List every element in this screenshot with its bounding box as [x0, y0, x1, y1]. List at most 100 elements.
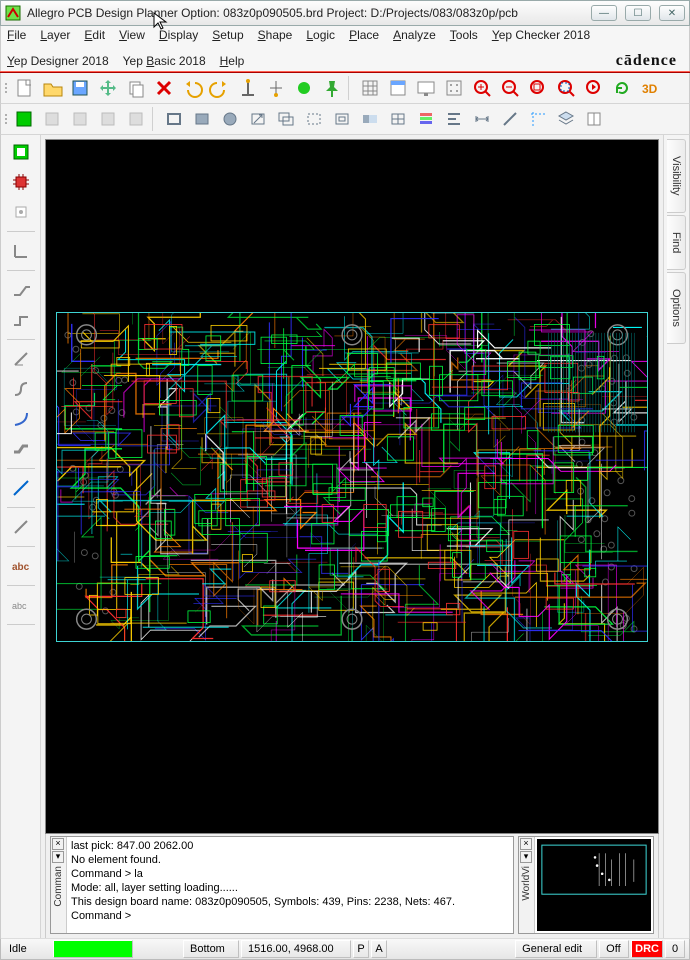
menu-logic[interactable]: Logic — [306, 28, 335, 42]
grid-icon[interactable] — [357, 75, 383, 101]
circle-fill-icon[interactable] — [217, 106, 243, 132]
status-drc-off: Off — [599, 940, 629, 958]
worldview-panel-head: × ▾ WorldVi — [519, 837, 535, 933]
menu-view[interactable]: View — [119, 28, 145, 42]
tab-visibility[interactable]: Visibility — [667, 139, 686, 213]
menu-place[interactable]: Place — [349, 28, 379, 42]
command-pin-icon[interactable]: ▾ — [52, 851, 64, 863]
status-layer[interactable]: Bottom — [183, 940, 239, 958]
refresh-icon[interactable] — [609, 75, 635, 101]
bend-icon[interactable] — [8, 376, 34, 402]
menu-tools[interactable]: Tools — [450, 28, 478, 42]
window-icon[interactable] — [385, 75, 411, 101]
grey-box-4-icon[interactable] — [123, 106, 149, 132]
guides-icon[interactable] — [525, 106, 551, 132]
undo-icon[interactable] — [179, 75, 205, 101]
route-2-icon[interactable] — [8, 307, 34, 333]
redo-icon[interactable] — [207, 75, 233, 101]
layers-icon[interactable] — [553, 106, 579, 132]
rect-outline-icon[interactable] — [329, 106, 355, 132]
dot-green-icon[interactable] — [291, 75, 317, 101]
curve-icon[interactable] — [8, 406, 34, 432]
status-drc-badge[interactable]: DRC — [631, 940, 663, 958]
rect-fill-icon[interactable] — [189, 106, 215, 132]
book-icon[interactable] — [581, 106, 607, 132]
grey-box-2-icon[interactable] — [67, 106, 93, 132]
worldview-close-icon[interactable]: × — [520, 838, 532, 850]
status-p-button[interactable]: P — [353, 940, 369, 958]
command-log[interactable]: last pick: 847.00 2062.00No element foun… — [67, 837, 513, 933]
diag-icon[interactable] — [497, 106, 523, 132]
snap-center-icon[interactable] — [263, 75, 289, 101]
text-abc-icon[interactable]: abc — [8, 553, 34, 579]
delete-red-x-icon[interactable] — [151, 75, 177, 101]
zoom-window-icon[interactable] — [553, 75, 579, 101]
close-button[interactable]: ✕ — [659, 5, 685, 21]
ortho-icon[interactable] — [8, 238, 34, 264]
rect-grid-icon[interactable] — [385, 106, 411, 132]
zoom-prev-icon[interactable] — [581, 75, 607, 101]
zoom-fit-icon[interactable] — [525, 75, 551, 101]
pin-icon[interactable] — [319, 75, 345, 101]
menu-analyze[interactable]: Analyze — [393, 28, 436, 42]
command-title: Comman — [52, 864, 65, 909]
pcb-canvas[interactable] — [45, 139, 659, 834]
menu-help[interactable]: Help — [220, 54, 245, 68]
grey-box-3-icon[interactable] — [95, 106, 121, 132]
save-icon[interactable] — [67, 75, 93, 101]
worldview-canvas[interactable] — [537, 839, 651, 931]
abc-small-icon[interactable]: abc — [8, 592, 34, 618]
blue-line-icon[interactable] — [8, 475, 34, 501]
angle-icon[interactable] — [8, 346, 34, 372]
trace-icon[interactable] — [8, 436, 34, 462]
new-file-icon[interactable] — [11, 75, 37, 101]
menu-yep-basic-2018[interactable]: Yep Basic 2018 — [123, 54, 206, 68]
dim-icon[interactable] — [469, 106, 495, 132]
grid2-icon[interactable] — [441, 75, 467, 101]
worldview-panel: × ▾ WorldVi — [518, 836, 654, 934]
svg-text:abc: abc — [12, 601, 27, 611]
open-icon[interactable] — [39, 75, 65, 101]
worldview-pin-icon[interactable]: ▾ — [520, 851, 532, 863]
arrow-box-icon[interactable] — [245, 106, 271, 132]
rect-dashed-icon[interactable] — [301, 106, 327, 132]
menu-yep-designer-2018[interactable]: Yep Designer 2018 — [7, 54, 109, 68]
status-coords: 1516.00, 4968.00 — [241, 940, 351, 958]
maximize-button[interactable]: ☐ — [625, 5, 651, 21]
tab-options[interactable]: Options — [667, 272, 686, 344]
menu-shape[interactable]: Shape — [258, 28, 293, 42]
move-icon[interactable] — [95, 75, 121, 101]
menu-yep-checker-2018[interactable]: Yep Checker 2018 — [492, 28, 590, 42]
view-3d-icon[interactable]: 3D — [637, 75, 663, 101]
micro-icon[interactable] — [8, 199, 34, 225]
menu-layer[interactable]: Layer — [40, 28, 70, 42]
menu-edit[interactable]: Edit — [84, 28, 105, 42]
rect-icon[interactable] — [161, 106, 187, 132]
green-box-icon[interactable] — [11, 106, 37, 132]
menu-file[interactable]: File — [7, 28, 26, 42]
minimize-button[interactable]: — — [591, 5, 617, 21]
stack-icon[interactable] — [413, 106, 439, 132]
toolbar-shapes — [0, 104, 690, 135]
menu-display[interactable]: Display — [159, 28, 198, 42]
command-close-icon[interactable]: × — [52, 838, 64, 850]
grey-box-1-icon[interactable] — [39, 106, 65, 132]
command-line: Mode: all, layer setting loading...... — [71, 881, 509, 895]
dup-rect-icon[interactable] — [273, 106, 299, 132]
tab-find[interactable]: Find — [667, 215, 686, 270]
merge-icon[interactable] — [357, 106, 383, 132]
zoom-in-icon[interactable] — [469, 75, 495, 101]
placement-green-icon[interactable] — [8, 139, 34, 165]
bottom-panels: × ▾ Comman last pick: 847.00 2062.00No e… — [45, 834, 659, 938]
menu-setup[interactable]: Setup — [212, 28, 243, 42]
zoom-out-icon[interactable] — [497, 75, 523, 101]
slash-icon[interactable] — [8, 514, 34, 540]
copy-icon[interactable] — [123, 75, 149, 101]
chip-red-icon[interactable] — [8, 169, 34, 195]
screen-icon[interactable] — [413, 75, 439, 101]
snap-anchor-icon[interactable] — [235, 75, 261, 101]
align-icon[interactable] — [441, 106, 467, 132]
route-1-icon[interactable] — [8, 277, 34, 303]
status-a-button[interactable]: A — [371, 940, 387, 958]
status-mode: General edit — [515, 940, 597, 958]
